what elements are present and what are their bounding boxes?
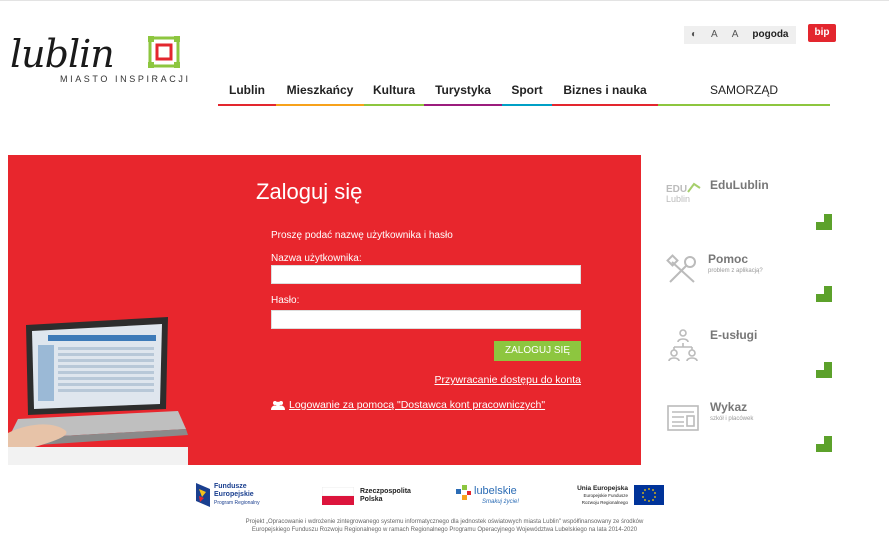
logo-wordmark: lublin	[10, 32, 115, 76]
username-label: Nazwa użytkownika:	[271, 253, 362, 264]
fe-star-icon	[196, 483, 210, 507]
username-input[interactable]	[271, 265, 581, 284]
nav-item-turystyka[interactable]: Turystyka	[424, 82, 502, 106]
provider-login-link[interactable]: Logowanie za pomocą "Dostawca kont praco…	[271, 399, 545, 411]
tile-pomoc-subtitle: problem z aplikacją?	[708, 268, 763, 274]
top-border	[0, 0, 889, 8]
rp-line2: Polska	[360, 496, 383, 503]
lublin-logo[interactable]: lublin MIASTO INSPIRACJI	[8, 32, 191, 92]
fundusze-europejskie-logo: Fundusze Europejskie Program Regionalny	[196, 479, 276, 511]
contrast-toggle[interactable]: ◐	[684, 26, 705, 44]
footer-logos: Fundusze Europejskie Program Regionalny …	[0, 479, 889, 513]
ue-line2: Europejskie Fundusze	[583, 493, 628, 498]
nav-item-lublin[interactable]: Lublin	[218, 82, 276, 106]
tile-corner-icon	[816, 286, 832, 302]
laptop-illustration	[8, 317, 188, 465]
svg-text:Lublin: Lublin	[666, 194, 690, 204]
tile-corner-icon	[816, 362, 832, 378]
login-panel: Zaloguj się Proszę podać nazwę użytkowni…	[8, 155, 641, 465]
list-document-icon	[667, 405, 699, 431]
tile-wykaz-title: Wykaz	[710, 400, 748, 414]
nav-item-biznes[interactable]: Biznes i nauka	[552, 82, 658, 106]
fe-line3: Program Regionalny	[214, 500, 260, 506]
logo-tagline: MIASTO INSPIRACJI	[60, 74, 191, 84]
tile-e-uslugi-title: E-usługi	[710, 328, 758, 342]
ue-line1: Unia Europejska	[577, 485, 628, 492]
tile-e-uslugi[interactable]: E-usługi	[666, 326, 836, 382]
users-icon	[271, 401, 285, 410]
nav-item-sport[interactable]: Sport	[502, 82, 552, 106]
rp-line1: Rzeczpospolita	[360, 488, 411, 495]
provider-login-label: Logowanie za pomocą "Dostawca kont praco…	[289, 399, 546, 411]
utility-bar: ◐ A A pogoda	[684, 26, 796, 44]
login-title: Zaloguj się	[256, 179, 363, 204]
login-intro: Proszę podać nazwę użytkownika i hasło	[271, 230, 453, 241]
weather-link[interactable]: pogoda	[745, 26, 796, 44]
tile-wykaz[interactable]: Wykaz szkół i placówek	[666, 400, 836, 456]
tile-corner-icon	[816, 436, 832, 452]
polish-flag-icon	[322, 487, 354, 505]
login-button[interactable]: ZALOGUJ SIĘ	[494, 341, 581, 361]
edu-lublin-icon: EDU Lublin	[666, 182, 701, 204]
recover-access-link[interactable]: Przywracanie dostępu do konta	[434, 374, 581, 386]
main-nav: Lublin Mieszkańcy Kultura Turystyka Spor…	[218, 82, 830, 106]
font-size-small[interactable]: A	[704, 26, 725, 44]
tile-pomoc[interactable]: Pomoc problem z aplikacją?	[666, 250, 836, 306]
nav-item-kultura[interactable]: Kultura	[364, 82, 424, 106]
nav-item-mieszkancy[interactable]: Mieszkańcy	[276, 82, 364, 106]
lubelskie-mark-icon	[456, 485, 471, 500]
tile-edulublin-title: EduLublin	[710, 178, 769, 192]
tile-corner-icon	[816, 214, 832, 230]
footer-note: Projekt „Opracowanie i wdrożenie zintegr…	[0, 518, 889, 534]
unia-europejska-logo: Unia Europejska Europejskie Fundusze Roz…	[570, 479, 666, 511]
eu-flag-icon	[634, 485, 664, 505]
lubelskie-logo: lubelskie Smakuj życie!	[456, 479, 526, 511]
tile-edulublin[interactable]: EDU Lublin EduLublin	[666, 176, 836, 232]
footer-note-line1: Projekt „Opracowanie i wdrożenie zintegr…	[245, 519, 644, 525]
fe-line2: Europejskie	[214, 491, 254, 498]
tools-icon	[666, 254, 696, 283]
tile-wykaz-subtitle: szkół i placówek	[710, 416, 754, 422]
nav-item-samorzad[interactable]: SAMORZĄD	[658, 82, 830, 106]
font-size-large[interactable]: A	[724, 26, 746, 44]
tile-pomoc-title: Pomoc	[708, 252, 749, 266]
fe-line1: Fundusze	[214, 483, 247, 490]
password-input[interactable]	[271, 310, 581, 329]
people-network-icon	[668, 329, 698, 362]
password-label: Hasło:	[271, 295, 300, 306]
rzeczpospolita-polska-logo: Rzeczpospolita Polska	[322, 479, 422, 511]
bip-button[interactable]: bip	[808, 24, 836, 42]
footer-note-line2: Europejskiego Funduszu Rozwoju Regionaln…	[251, 527, 638, 533]
lub-line1: lubelskie	[474, 485, 517, 497]
lub-line2: Smakuj życie!	[482, 499, 520, 505]
ue-line3: Rozwoju Regionalnego	[581, 500, 628, 505]
logo-emblem-icon	[148, 36, 180, 68]
